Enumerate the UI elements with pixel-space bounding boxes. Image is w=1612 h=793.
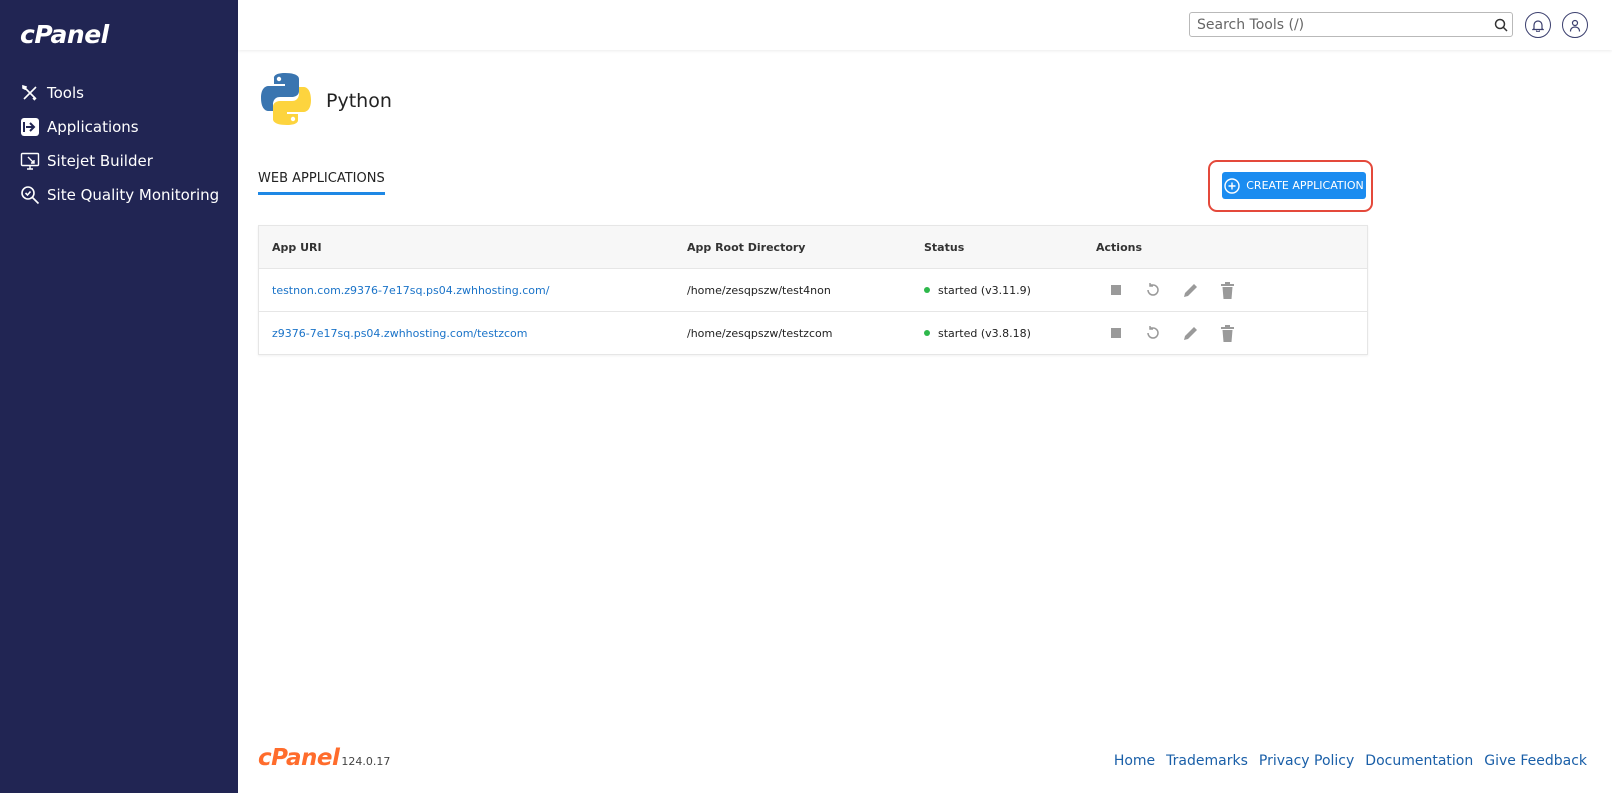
footer-link-privacy[interactable]: Privacy Policy [1259, 753, 1354, 769]
footer-link-documentation[interactable]: Documentation [1365, 753, 1473, 769]
tools-icon [20, 83, 40, 103]
column-header-app-uri: App URI [272, 240, 322, 254]
footer-links: Home Trademarks Privacy Policy Documenta… [1114, 753, 1587, 769]
status-dot [924, 287, 930, 293]
search-icon[interactable] [1490, 14, 1512, 36]
create-application-button[interactable]: CREATE APPLICATION [1222, 172, 1366, 199]
sidebar-item-applications[interactable]: Applications [0, 110, 238, 144]
status-cell: started (v3.11.9) [924, 284, 1096, 297]
footer-logo: cPanel 124.0.17 [258, 745, 390, 771]
page-header: Python [260, 72, 392, 130]
sidebar-item-sitejet[interactable]: Sitejet Builder [0, 144, 238, 178]
delete-icon[interactable] [1217, 323, 1237, 343]
table-row: z9376-7e17sq.ps04.zwhhosting.com/testzco… [259, 311, 1367, 354]
magnifier-icon [20, 185, 40, 205]
applications-icon [20, 117, 40, 137]
sidebar-item-label: Site Quality Monitoring [47, 186, 220, 204]
status-text: started (v3.8.18) [938, 326, 1031, 340]
sidebar-item-label: Tools [47, 84, 84, 102]
top-bar [238, 0, 1612, 50]
create-application-label: CREATE APPLICATION [1246, 179, 1364, 192]
cpanel-logo[interactable]: cPanel [20, 20, 109, 49]
status-cell: started (v3.8.18) [924, 327, 1096, 340]
version-number: 124.0.17 [341, 755, 391, 768]
app-uri-link[interactable]: z9376-7e17sq.ps04.zwhhosting.com/testzco… [272, 327, 528, 340]
bell-icon [1532, 19, 1544, 32]
restart-icon[interactable] [1143, 280, 1163, 300]
actions-cell [1096, 323, 1367, 343]
table-row: testnon.com.z9376-7e17sq.ps04.zwhhosting… [259, 268, 1367, 311]
search-box [1189, 12, 1513, 37]
footer-link-home[interactable]: Home [1114, 753, 1155, 769]
column-header-root-dir: App Root Directory [687, 240, 806, 254]
delete-icon[interactable] [1217, 280, 1237, 300]
app-uri-link[interactable]: testnon.com.z9376-7e17sq.ps04.zwhhosting… [272, 284, 549, 297]
app-root-directory: /home/zesqpszw/testzcom [687, 326, 833, 340]
page-title: Python [326, 90, 392, 112]
stop-icon[interactable] [1106, 280, 1126, 300]
sidebar-nav: Tools Applications Sitejet Builder Site … [0, 76, 238, 212]
footer-link-trademarks[interactable]: Trademarks [1166, 753, 1248, 769]
app-root-directory: /home/zesqpszw/test4non [687, 283, 831, 297]
footer-brand: cPanel [258, 745, 340, 771]
sidebar-item-label: Applications [47, 118, 139, 136]
tab-web-applications[interactable]: WEB APPLICATIONS [258, 171, 385, 195]
actions-cell [1096, 280, 1367, 300]
main-content: Python WEB APPLICATIONS CREATE APPLICATI… [238, 50, 1612, 793]
user-menu-button[interactable] [1562, 12, 1588, 38]
sidebar: cPanel Tools Applications Sitejet Builde… [0, 0, 238, 793]
sitejet-icon [20, 151, 40, 171]
column-header-actions: Actions [1096, 240, 1142, 254]
edit-icon[interactable] [1180, 280, 1200, 300]
table-header-row: App URI App Root Directory Status Action… [259, 226, 1367, 268]
python-logo-icon [260, 72, 312, 130]
sidebar-item-label: Sitejet Builder [47, 152, 153, 170]
user-icon [1569, 19, 1581, 32]
status-dot [924, 330, 930, 336]
footer-link-feedback[interactable]: Give Feedback [1484, 753, 1587, 769]
stop-icon[interactable] [1106, 323, 1126, 343]
plus-circle-icon [1224, 177, 1240, 194]
status-text: started (v3.11.9) [938, 283, 1031, 297]
restart-icon[interactable] [1143, 323, 1163, 343]
notifications-button[interactable] [1525, 12, 1551, 38]
sidebar-item-site-quality[interactable]: Site Quality Monitoring [0, 178, 238, 212]
applications-table: App URI App Root Directory Status Action… [258, 225, 1368, 355]
edit-icon[interactable] [1180, 323, 1200, 343]
sidebar-item-tools[interactable]: Tools [0, 76, 238, 110]
search-input[interactable] [1190, 14, 1490, 35]
column-header-status: Status [924, 240, 965, 254]
